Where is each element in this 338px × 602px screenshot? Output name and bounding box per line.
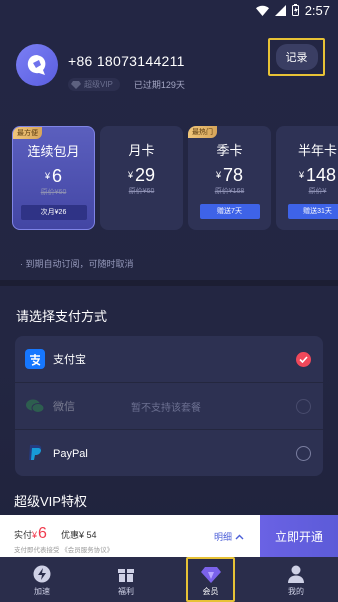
paid-value: 6: [38, 525, 47, 542]
tab-membership[interactable]: 会员: [186, 557, 235, 602]
avatar[interactable]: [16, 44, 58, 86]
tab-label: 会员: [202, 587, 219, 596]
tab-label: 加速: [34, 587, 50, 596]
user-icon: [286, 564, 306, 584]
plan-card-monthly-auto[interactable]: 最方便 连续包月 ¥6 原价¥60 次月¥26: [12, 126, 95, 230]
diamond-icon: [200, 564, 221, 584]
check-icon: [299, 355, 308, 363]
record-button[interactable]: 记录: [275, 44, 318, 70]
discount-text: 优惠¥ 54: [60, 530, 97, 540]
vip-status-row: 超级VIP 已过期129天: [68, 78, 185, 91]
auto-renew-note: · 到期自动订阅，可随时取消: [20, 259, 134, 269]
plan-tag: 最热门: [188, 126, 217, 138]
plan-promo: 赠送31天: [287, 204, 338, 219]
record-button-highlight[interactable]: 记录: [268, 38, 325, 76]
plan-currency: ¥: [298, 170, 304, 180]
section-divider: [0, 280, 338, 286]
plan-price-value: 6: [52, 166, 63, 186]
plan-name: 连续包月: [27, 144, 80, 159]
payment-unsupported-note: 暂不支持该套餐: [131, 402, 201, 414]
plan-original-price: 原价¥60: [40, 189, 67, 196]
payment-radio-checked[interactable]: [296, 351, 311, 367]
plan-promo: 赠送7天: [199, 204, 260, 219]
payment-methods: 支付宝 微信 暂不支持该套餐 PayPal: [15, 336, 323, 476]
svip-privileges-title: 超级VIP特权: [14, 494, 87, 509]
tab-welfare[interactable]: 福利: [96, 557, 156, 602]
plan-card-quarterly[interactable]: 最热门 季卡 ¥78 原价¥168 赠送7天: [188, 126, 271, 230]
payment-title: 请选择支付方式: [16, 309, 108, 324]
tab-profile[interactable]: 我的: [266, 557, 326, 602]
alipay-icon: [25, 349, 45, 369]
diamond-badge-icon: [71, 80, 81, 89]
plan-name: 半年卡: [297, 143, 337, 158]
paid-label: 实付: [14, 530, 33, 540]
status-bar: 2:57: [0, 0, 338, 20]
plan-tag: 最方便: [13, 127, 42, 139]
tab-label: 我的: [288, 587, 304, 596]
gift-icon: [116, 564, 136, 584]
details-label: 明细: [214, 532, 233, 542]
payment-radio[interactable]: [296, 398, 311, 414]
plan-currency: ¥: [127, 170, 133, 180]
bolt-icon: [32, 564, 52, 584]
payment-option-paypal[interactable]: PayPal: [15, 430, 323, 476]
tab-label: 福利: [118, 587, 134, 596]
tab-accelerate[interactable]: 加速: [12, 557, 72, 602]
status-time: 2:57: [304, 2, 330, 18]
plan-original-price: 原价¥: [308, 188, 327, 195]
paid-currency: ¥: [32, 530, 38, 540]
plan-price: ¥6: [13, 166, 94, 186]
plan-name: 季卡: [216, 143, 243, 158]
plan-price-value: 148: [305, 165, 337, 185]
payment-radio[interactable]: [296, 446, 311, 461]
plan-card-monthly[interactable]: 月卡 ¥29 原价¥60: [100, 126, 183, 230]
payment-name: PayPal: [53, 447, 88, 460]
signal-icon: [274, 4, 286, 16]
plan-card-half-year[interactable]: 半年卡 ¥148 原价¥ 赠送31天: [276, 126, 338, 230]
plan-price: ¥78: [188, 165, 271, 185]
avatar-logo-icon: [27, 55, 46, 75]
payment-name: 支付宝: [53, 354, 86, 366]
details-button[interactable]: 明细: [214, 530, 244, 543]
plan-list: 最方便 连续包月 ¥6 原价¥60 次月¥26 月卡 ¥29 原价¥60 最热门…: [12, 126, 338, 230]
plan-original-price: 原价¥60: [128, 188, 155, 195]
paypal-icon: [25, 443, 45, 463]
wechat-icon: [25, 396, 45, 416]
plan-price-value: 29: [134, 165, 156, 185]
tab-bar: 加速 福利 会员 我的: [0, 557, 338, 602]
agreement-text[interactable]: 支付即代表接受 《会员服务协议》: [14, 544, 113, 554]
plan-price: ¥29: [100, 165, 183, 185]
user-phone: +86 18073144211: [68, 53, 185, 69]
vip-badge: 超级VIP: [68, 78, 120, 91]
payment-option-wechat[interactable]: 微信 暂不支持该套餐: [15, 383, 323, 430]
open-vip-button[interactable]: 立即开通: [260, 515, 338, 557]
plan-original-price: 原价¥168: [214, 188, 245, 195]
payment-option-alipay[interactable]: 支付宝: [15, 336, 323, 383]
battery-icon: [291, 4, 299, 16]
plan-name: 月卡: [128, 143, 155, 158]
vip-badge-label: 超级VIP: [84, 80, 113, 89]
payment-name: 微信: [53, 401, 75, 413]
plan-currency: ¥: [44, 171, 50, 181]
expired-text: 已过期129天: [133, 80, 185, 90]
plan-price: ¥148: [276, 165, 338, 185]
chevron-up-icon: [235, 534, 244, 539]
wifi-icon: [255, 5, 269, 16]
plan-promo: 次月¥26: [20, 205, 87, 220]
plan-price-value: 78: [222, 165, 244, 185]
paid-amount: 实付 ¥ 6 优惠¥ 54: [14, 525, 96, 543]
plan-currency: ¥: [215, 170, 221, 180]
pay-bar: 实付 ¥ 6 优惠¥ 54 支付即代表接受 《会员服务协议》 明细 立即开通: [0, 515, 338, 557]
